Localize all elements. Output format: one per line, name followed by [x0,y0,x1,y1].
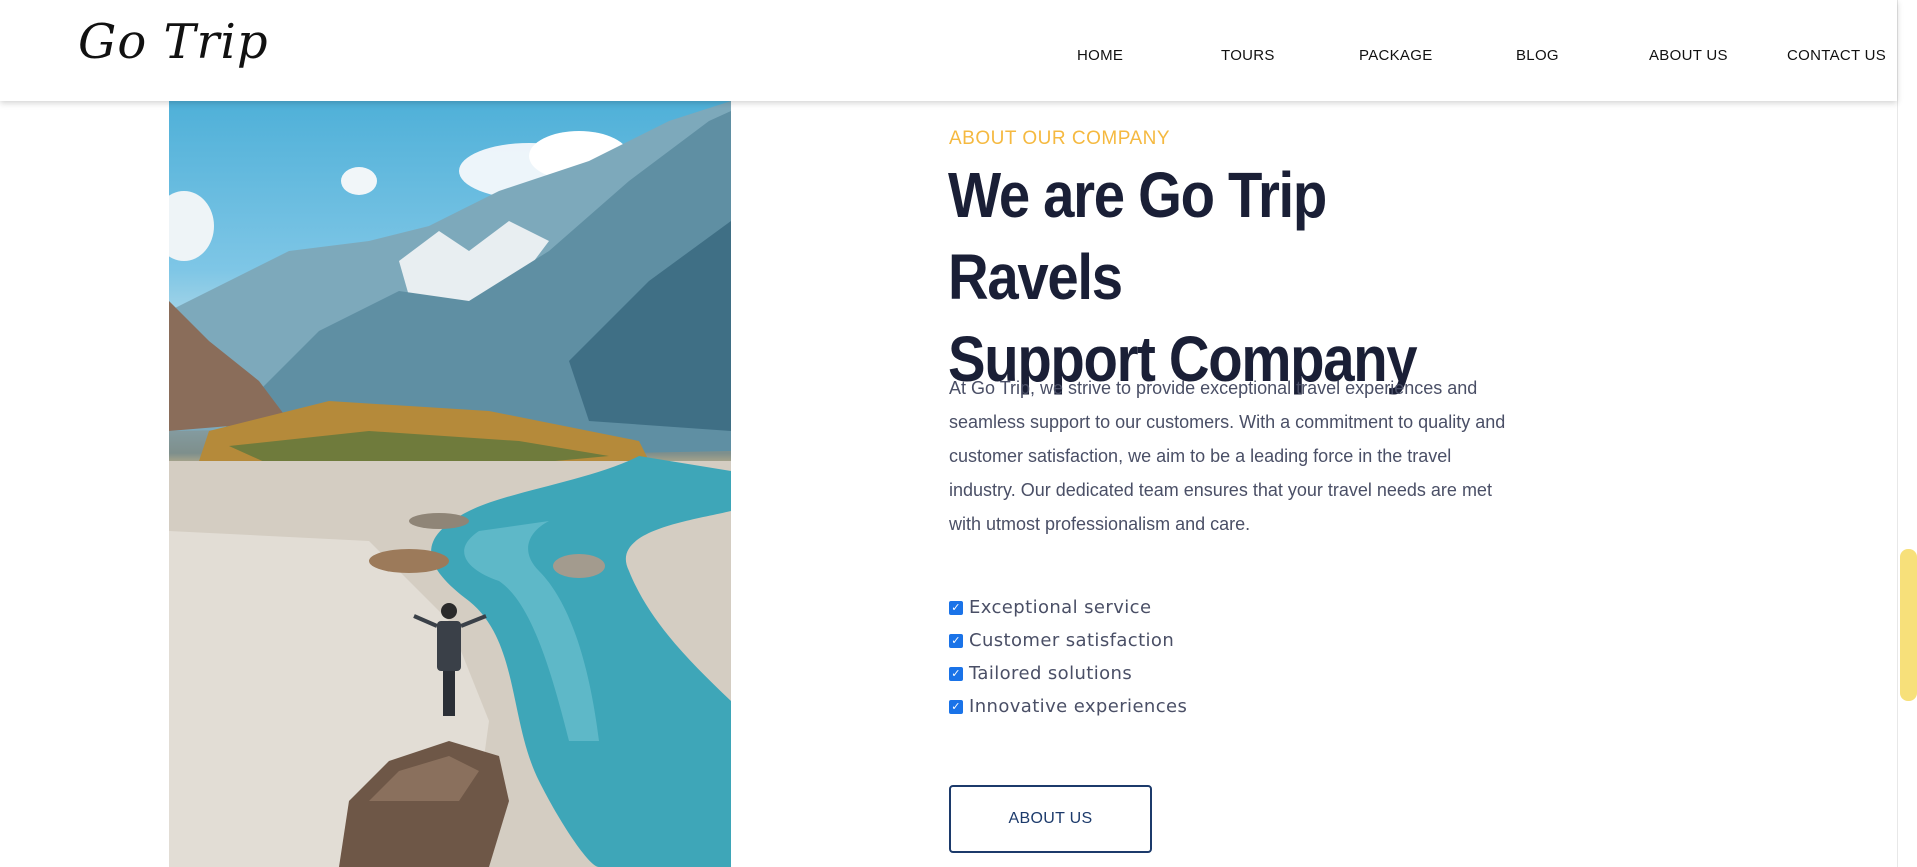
feature-item: ✓ Innovative experiences [949,690,1187,723]
feature-label: Customer satisfaction [969,630,1175,651]
landscape-illustration [169,101,731,867]
feature-item: ✓ Tailored solutions [949,657,1187,690]
nav-about-us[interactable]: ABOUT US [1649,47,1728,64]
checkmark-icon[interactable]: ✓ [949,666,963,681]
checkmark-icon[interactable]: ✓ [949,600,963,615]
nav-contact-us[interactable]: CONTACT US [1787,47,1886,64]
feature-label: Innovative experiences [969,696,1188,717]
checkmark-icon[interactable]: ✓ [949,699,963,714]
feature-item: ✓ Customer satisfaction [949,624,1187,657]
nav-home[interactable]: HOME [1077,47,1123,64]
logo[interactable]: Go Trip [78,18,269,66]
section-headline: We are Go Trip Ravels Support Company [948,154,1511,400]
headline-line-1: We are Go Trip Ravels [948,159,1327,313]
nav-package[interactable]: PACKAGE [1359,47,1433,64]
nav-blog[interactable]: BLOG [1516,47,1559,64]
section-description: At Go Trip, we strive to provide excepti… [949,378,1506,534]
feature-label: Exceptional service [969,597,1152,618]
about-us-button[interactable]: ABOUT US [949,785,1152,853]
scrollbar-thumb[interactable] [1900,549,1917,701]
hero-image [169,101,731,867]
checkmark-icon[interactable]: ✓ [949,633,963,648]
feature-item: ✓ Exceptional service [949,591,1187,624]
feature-label: Tailored solutions [969,663,1133,684]
page: Go Trip HOME TOURS PACKAGE BLOG ABOUT US… [0,0,1917,867]
scrollbar-track[interactable] [1897,0,1917,867]
nav-tours[interactable]: TOURS [1221,47,1275,64]
site-header: Go Trip HOME TOURS PACKAGE BLOG ABOUT US… [0,0,1897,101]
section-eyebrow: ABOUT OUR COMPANY [949,128,1171,149]
feature-checklist: ✓ Exceptional service ✓ Customer satisfa… [949,591,1187,723]
